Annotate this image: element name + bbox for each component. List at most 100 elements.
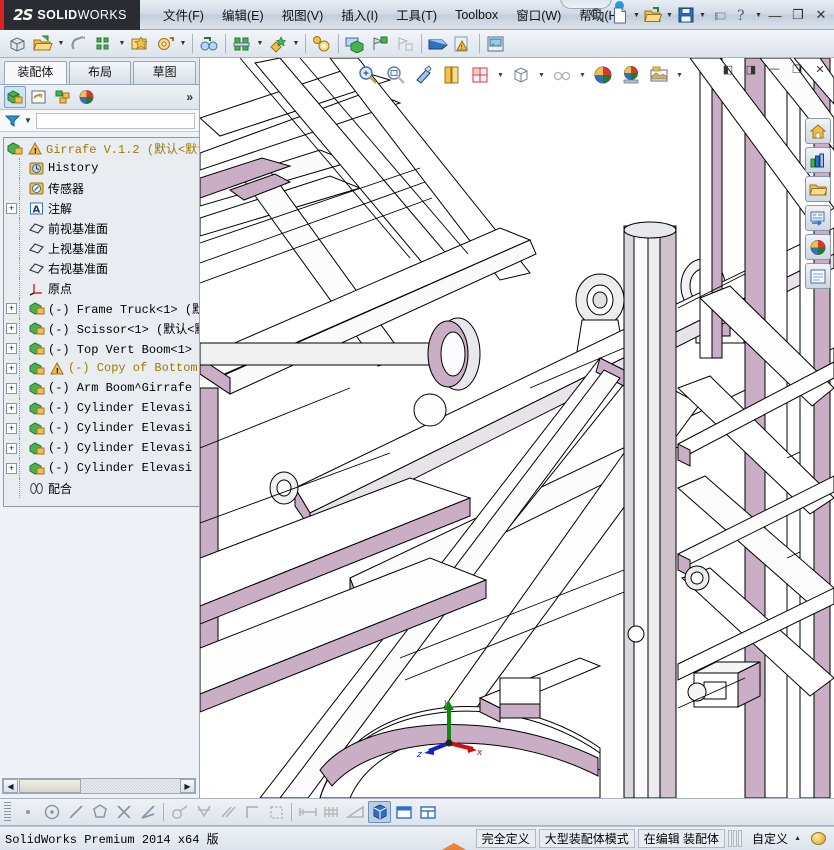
scroll-right-icon[interactable]: ▶ [180,779,195,793]
tree-node-history[interactable]: History [4,158,199,178]
expand-icon[interactable]: + [6,383,17,394]
tree-node-cylinder-arm-2[interactable]: + (-) Cylinder Elevasi Arm [4,418,199,438]
grid-icon[interactable] [320,801,343,823]
shaded-view-icon[interactable] [368,801,391,823]
print-icon[interactable]: ⁞ [708,4,730,26]
open-document-icon[interactable] [642,4,664,26]
menu-view[interactable]: 视图(V) [273,1,333,28]
tree-horizontal-scrollbar[interactable]: ◀ ▶ [2,778,196,794]
expand-icon[interactable]: + [6,303,17,314]
tab-sketch[interactable]: 草图 [133,61,196,84]
tree-node-front-plane[interactable]: 前视基准面 [4,218,199,238]
save-icon[interactable] [675,4,697,26]
expand-icon[interactable]: + [6,423,17,434]
tree-node-cylinder-scissor-2[interactable]: + (-) Cylinder Elevasi Scis [4,458,199,478]
mate-caret-icon[interactable]: ▼ [117,32,127,56]
filter-caret-icon[interactable]: ▼ [24,116,32,125]
edit-appearance-icon[interactable] [549,62,575,88]
triangle-icon[interactable] [344,801,367,823]
tree-node-top-plane[interactable]: 上视基准面 [4,238,199,258]
polygon-icon[interactable] [88,801,111,823]
new-document-caret-icon[interactable]: ▼ [632,4,641,26]
save-caret-icon[interactable]: ▼ [698,4,707,26]
status-custom-label[interactable]: 自定义 [746,830,794,847]
multi-view-icon[interactable] [416,801,439,823]
point-icon[interactable] [16,801,39,823]
restore-button[interactable]: ❐ [787,5,809,25]
bom-button[interactable] [426,32,450,56]
menu-insert[interactable]: 插入(I) [332,1,387,28]
close-doc-button[interactable]: ✕ [810,60,830,78]
tree-node-annotations[interactable]: + A 注解 [4,198,199,218]
menu-edit[interactable]: 编辑(E) [213,1,273,28]
panel-overflow-icon[interactable]: » [186,90,193,104]
filter-input[interactable] [36,113,195,129]
tree-node-cylinder-arm-1[interactable]: + (-) Cylinder Elevasi Arm [4,398,199,418]
design-library-icon[interactable] [805,147,831,173]
tangent-icon[interactable] [168,801,191,823]
expand-icon[interactable]: + [6,343,17,354]
status-custom-caret-icon[interactable]: ▲ [794,835,801,842]
tree-node-top-vert-boom[interactable]: + (-) Top Vert Boom<1> (默认 [4,338,199,358]
linear-pattern-button[interactable] [67,32,91,56]
menu-window[interactable]: 窗口(W) [507,1,570,28]
mate-button[interactable] [92,32,116,56]
view-settings-icon[interactable] [618,62,644,88]
tree-node-copy-bottom-vert[interactable]: + ! (-) Copy of Bottom Ver [4,358,199,378]
expand-icon[interactable]: + [6,323,17,334]
expand-icon[interactable]: + [6,363,17,374]
section-view-icon[interactable] [411,62,437,88]
construction-icon[interactable] [264,801,287,823]
tree-node-mates[interactable]: 配合 [4,478,199,498]
tree-node-scissor[interactable]: + (-) Scissor<1> (默认<默认_ [4,318,199,338]
insert-components-button[interactable] [31,32,55,56]
expand-icon[interactable]: + [6,203,17,214]
tab-layout[interactable]: 布局 [69,61,132,84]
edit-appearance-caret-icon[interactable]: ▼ [577,62,588,88]
new-document-icon[interactable] [609,4,631,26]
custom-properties-icon[interactable] [805,263,831,289]
tree-node-origin[interactable]: 原点 [4,278,199,298]
line-icon[interactable] [64,801,87,823]
tree-node-sensors[interactable]: 传感器 [4,178,199,198]
menu-toolbox[interactable]: Toolbox [446,4,507,26]
tree-node-right-plane[interactable]: 右视基准面 [4,258,199,278]
expand-icon[interactable]: + [6,403,17,414]
single-view-icon[interactable] [392,801,415,823]
toolbar-grip[interactable] [4,802,11,822]
graphics-viewport[interactable]: ▼ ▼ ▼ ▼ ◧ ◨ — ❐ ✕ [200,58,834,798]
feature-manager-icon[interactable] [4,86,26,108]
restore-doc-button[interactable]: ❐ [787,60,807,78]
file-explorer-icon[interactable] [805,176,831,202]
show-hidden-button[interactable] [197,32,221,56]
zoom-to-fit-icon[interactable] [355,62,381,88]
close-button[interactable]: ✕ [810,5,832,25]
edit-component-button[interactable] [6,32,30,56]
zoom-to-area-icon[interactable] [383,62,409,88]
funnel-icon[interactable] [5,114,20,128]
appearances-icon[interactable] [805,234,831,260]
reference-geometry-button[interactable] [266,32,290,56]
tile-left-button[interactable]: ◧ [718,60,738,78]
view-palette-icon[interactable] [805,205,831,231]
interference-detection-button[interactable] [368,32,392,56]
tree-node-cylinder-scissor-1[interactable]: + (-) Cylinder Elevasi Scis [4,438,199,458]
assembly-features-button[interactable] [230,32,254,56]
property-manager-icon[interactable] [28,86,50,108]
help-icon[interactable]: ? [731,4,753,26]
assembly-features-caret-icon[interactable]: ▼ [255,32,265,56]
parallel-icon[interactable] [216,801,239,823]
cad-model-render[interactable] [200,58,834,798]
menu-tools[interactable]: 工具(T) [387,1,446,28]
search-icon[interactable] [586,4,608,26]
angle-icon[interactable] [136,801,159,823]
circle-icon[interactable] [40,801,63,823]
insert-components-caret-icon[interactable]: ▼ [56,32,66,56]
tree-root-node[interactable]: ! Girrafe V.1.2 (默认<默认_ [4,138,199,158]
scene-icon[interactable] [646,62,672,88]
move-component-caret-icon[interactable]: ▼ [178,32,188,56]
scroll-thumb[interactable] [19,779,81,793]
hide-show-caret-icon[interactable]: ▼ [536,62,547,88]
new-motion-study-button[interactable] [310,32,334,56]
check-button[interactable]: ! [451,32,475,56]
